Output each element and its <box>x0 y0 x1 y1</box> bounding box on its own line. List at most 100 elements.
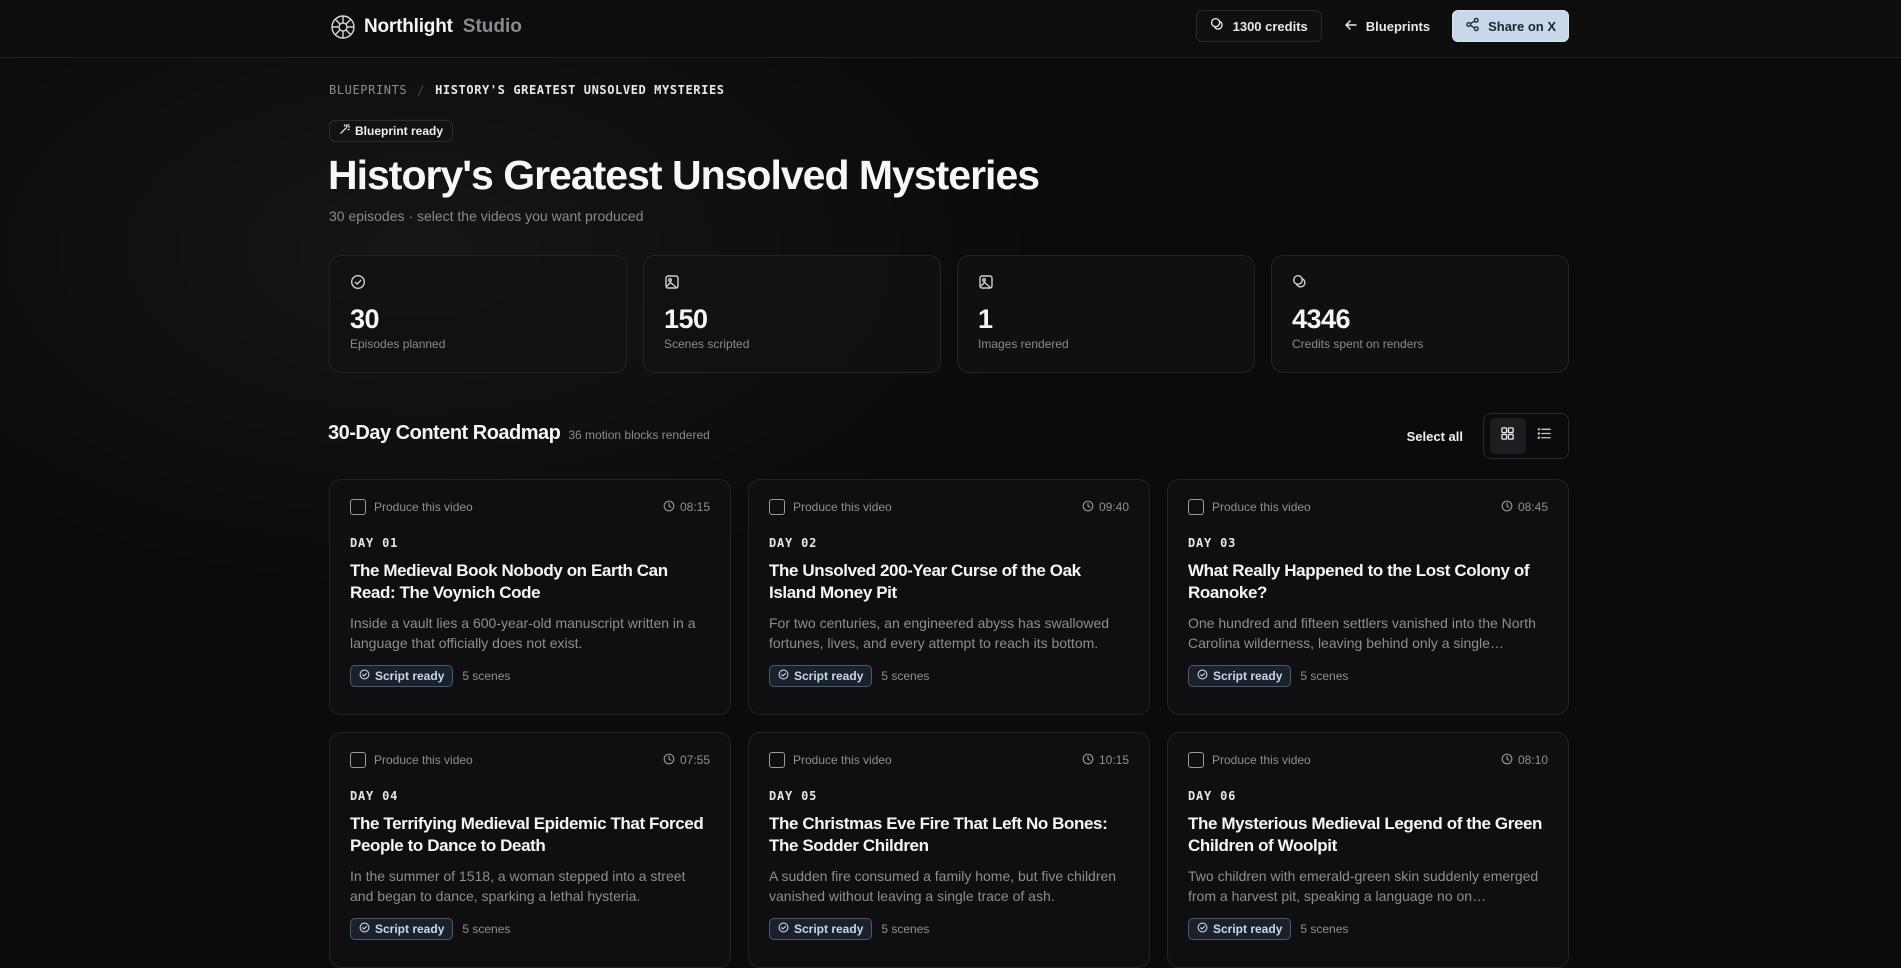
share-icon <box>1465 17 1480 35</box>
breadcrumb-parent-link[interactable]: BLUEPRINTS <box>329 83 407 97</box>
produce-checkbox[interactable] <box>769 752 785 768</box>
roadmap-title: 30-Day Content Roadmap <box>328 422 561 444</box>
episode-card[interactable]: Produce this video 08:45 DAY 03 What Rea… <box>1167 479 1569 715</box>
duration-value: 07:55 <box>679 753 710 767</box>
script-ready-badge: Script ready <box>350 918 454 940</box>
image-icon <box>978 274 994 290</box>
card-top: Produce this video 08:15 <box>350 498 710 516</box>
script-ready-badge: Script ready <box>769 918 873 940</box>
brand-sub: Studio <box>462 15 522 37</box>
episode-title: The Mysterious Medieval Legend of the Gr… <box>1188 814 1543 855</box>
produce-checkbox-label[interactable]: Produce this video <box>350 752 473 768</box>
episode-description: One hundred and fifteen settlers vanishe… <box>1188 615 1536 651</box>
episode-card[interactable]: Produce this video 08:10 DAY 06 The Myst… <box>1167 732 1569 968</box>
stat-label: Images rendered <box>978 337 1069 351</box>
produce-label: Produce this video <box>793 500 892 514</box>
produce-checkbox-label[interactable]: Produce this video <box>350 499 473 515</box>
page-title: History's Greatest Unsolved Mysteries <box>328 152 1040 198</box>
episode-description: For two centuries, an engineered abyss h… <box>769 615 1110 651</box>
stat-value: 150 <box>664 304 708 334</box>
produce-label: Produce this video <box>1212 500 1311 514</box>
card-top: Produce this video 08:45 <box>1188 498 1548 516</box>
check-circle-icon <box>350 274 366 290</box>
episode-card[interactable]: Produce this video 10:15 DAY 05 The Chri… <box>748 732 1150 968</box>
brand[interactable]: Northlight Studio <box>329 13 522 40</box>
episode-card[interactable]: Produce this video 07:55 DAY 04 The Terr… <box>329 732 731 968</box>
list-view-button[interactable] <box>1527 418 1563 454</box>
view-toggle <box>1483 413 1569 459</box>
breadcrumb-current: HISTORY'S GREATEST UNSOLVED MYSTERIES <box>435 83 725 97</box>
scene-count: 5 scenes <box>881 922 930 936</box>
card-footer: Script ready 5 scenes <box>769 665 1129 687</box>
produce-checkbox-label[interactable]: Produce this video <box>769 499 892 515</box>
episode-description: Two children with emerald-green skin sud… <box>1188 868 1539 904</box>
day-label: DAY 01 <box>350 536 399 550</box>
produce-label: Produce this video <box>374 500 473 514</box>
episode-card[interactable]: Produce this video 09:40 DAY 02 The Unso… <box>748 479 1150 715</box>
scene-count: 5 scenes <box>1300 669 1349 683</box>
episode-title: The Unsolved 200-Year Curse of the Oak I… <box>769 561 1081 602</box>
check-circle-icon <box>1197 922 1208 936</box>
brand-name: Northlight <box>364 15 453 37</box>
produce-checkbox-label[interactable]: Produce this video <box>769 752 892 768</box>
back-to-blueprints-button[interactable]: Blueprints <box>1332 10 1442 42</box>
status-label: Blueprint ready <box>355 124 444 138</box>
badge-label: Script ready <box>794 669 864 683</box>
header-actions: 1300 credits Blueprints Share on X <box>1195 10 1569 42</box>
share-on-x-button[interactable]: Share on X <box>1452 10 1569 42</box>
scene-count: 5 scenes <box>462 922 511 936</box>
produce-checkbox[interactable] <box>1188 752 1204 768</box>
produce-checkbox[interactable] <box>350 752 366 768</box>
duration: 10:15 <box>1082 753 1129 768</box>
card-top: Produce this video 07:55 <box>350 751 710 769</box>
select-all-button[interactable]: Select all <box>1407 429 1463 444</box>
scene-count: 5 scenes <box>881 669 930 683</box>
produce-checkbox-label[interactable]: Produce this video <box>1188 752 1311 768</box>
day-label: DAY 06 <box>1188 789 1237 803</box>
card-footer: Script ready 5 scenes <box>769 918 1129 940</box>
badge-label: Script ready <box>1213 669 1283 683</box>
stat-label: Scenes scripted <box>664 337 750 351</box>
duration-value: 08:10 <box>1517 753 1548 767</box>
page-subtitle: 30 episodes · select the videos you want… <box>329 208 644 224</box>
breadcrumb-separator: / <box>417 83 426 97</box>
stat-card-episodes: 30 Episodes planned <box>329 255 627 373</box>
episode-title: The Medieval Book Nobody on Earth Can Re… <box>350 561 668 602</box>
stat-value: 30 <box>350 304 380 334</box>
produce-checkbox[interactable] <box>1188 499 1204 515</box>
episode-card[interactable]: Produce this video 08:15 DAY 01 The Medi… <box>329 479 731 715</box>
coins-icon <box>1210 17 1225 35</box>
clock-icon <box>663 753 675 768</box>
script-ready-badge: Script ready <box>1188 665 1292 687</box>
episode-title: The Christmas Eve Fire That Left No Bone… <box>769 814 1108 855</box>
list-icon <box>1537 426 1552 446</box>
check-circle-icon <box>1197 669 1208 683</box>
check-circle-icon <box>359 669 370 683</box>
produce-checkbox[interactable] <box>769 499 785 515</box>
card-top: Produce this video 10:15 <box>769 751 1129 769</box>
badge-label: Script ready <box>794 922 864 936</box>
clock-icon <box>1501 753 1513 768</box>
roadmap-meta: 36 motion blocks rendered <box>568 428 710 442</box>
script-ready-badge: Script ready <box>350 665 454 687</box>
day-label: DAY 05 <box>769 789 818 803</box>
stats-row: 30 Episodes planned 150 Scenes scripted … <box>329 255 1569 373</box>
grid-icon <box>1500 426 1515 446</box>
scene-count: 5 scenes <box>462 669 511 683</box>
badge-label: Script ready <box>1213 922 1283 936</box>
duration-value: 09:40 <box>1098 500 1129 514</box>
produce-checkbox-label[interactable]: Produce this video <box>1188 499 1311 515</box>
top-bar: Northlight Studio 1300 credits Blueprint… <box>0 0 1901 58</box>
check-circle-icon <box>778 669 789 683</box>
card-top: Produce this video 08:10 <box>1188 751 1548 769</box>
badge-label: Script ready <box>375 922 445 936</box>
coins-icon <box>1292 274 1308 290</box>
produce-checkbox[interactable] <box>350 499 366 515</box>
episode-description: A sudden fire consumed a family home, bu… <box>769 868 1117 904</box>
grid-view-button[interactable] <box>1489 418 1526 454</box>
duration-value: 10:15 <box>1098 753 1129 767</box>
stat-label: Episodes planned <box>350 337 446 351</box>
back-label: Blueprints <box>1365 18 1431 34</box>
check-circle-icon <box>359 922 370 936</box>
credits-button[interactable]: 1300 credits <box>1195 10 1322 42</box>
